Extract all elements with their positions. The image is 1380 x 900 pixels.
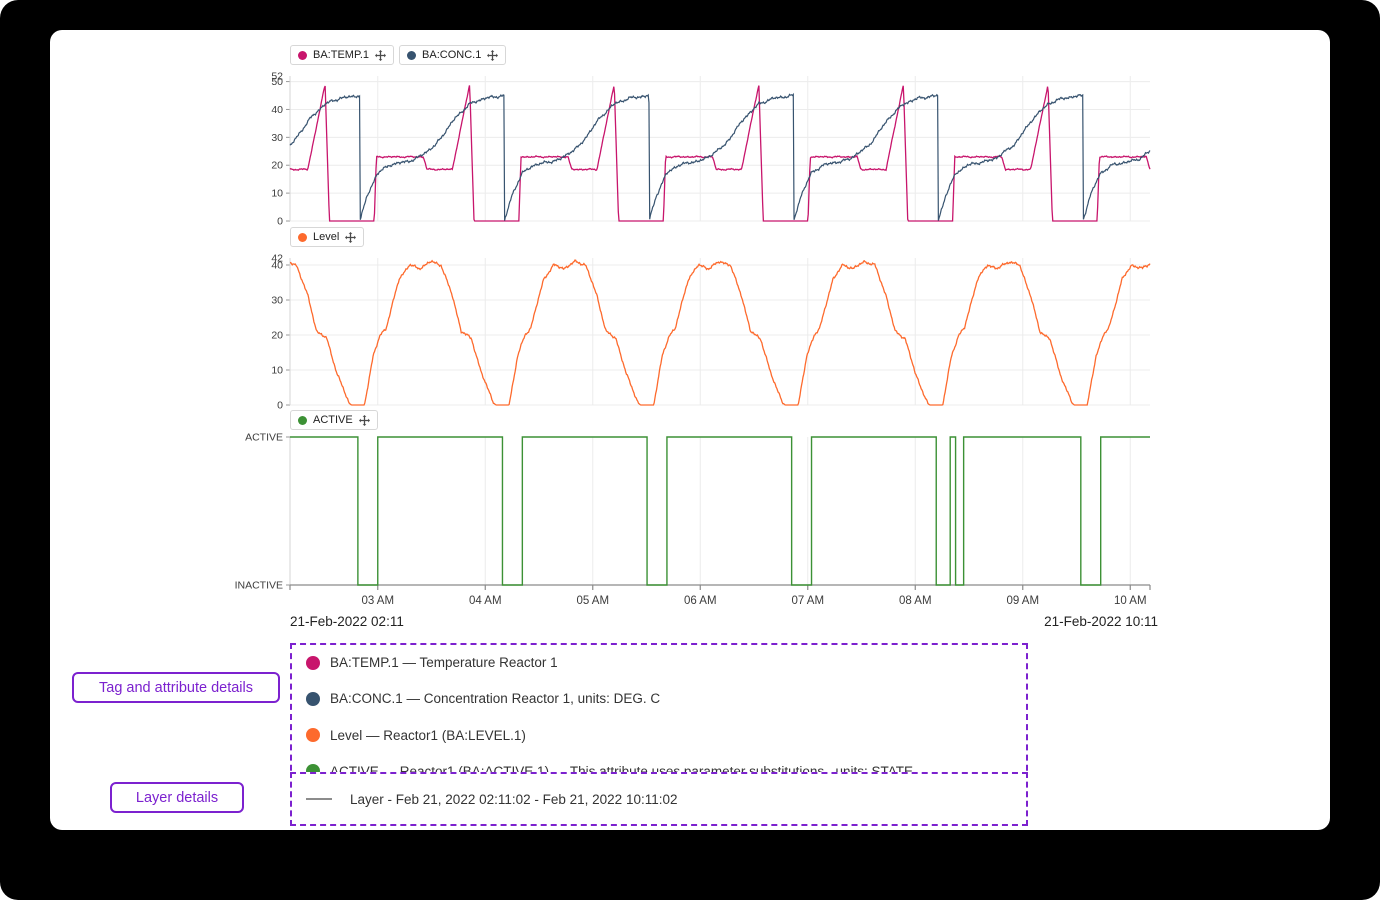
svg-text:42: 42 bbox=[271, 253, 283, 265]
legend-label-active: ACTIVE bbox=[313, 414, 353, 426]
svg-text:06 AM: 06 AM bbox=[684, 595, 717, 607]
legend-chip-ba-temp-1[interactable]: BA:TEMP.1 bbox=[290, 45, 394, 65]
legend-chip-level[interactable]: Level bbox=[290, 227, 364, 247]
temp-series-dot bbox=[298, 51, 307, 60]
svg-text:08 AM: 08 AM bbox=[899, 595, 932, 607]
svg-text:52: 52 bbox=[271, 71, 283, 83]
legend-row-active: ACTIVE bbox=[290, 410, 378, 430]
legend-label-level: Level bbox=[313, 231, 339, 243]
svg-text:40: 40 bbox=[271, 104, 283, 116]
legend-row-level: Level bbox=[290, 227, 364, 247]
tag-detail-row-level: Level — Reactor1 (BA:LEVEL.1) bbox=[306, 728, 1026, 743]
layer-detail-text: Layer - Feb 21, 2022 02:11:02 - Feb 21, … bbox=[350, 792, 678, 807]
tag-detail-row-conc: BA:CONC.1 — Concentration Reactor 1, uni… bbox=[306, 691, 1026, 706]
svg-text:05 AM: 05 AM bbox=[576, 595, 609, 607]
svg-text:0: 0 bbox=[277, 216, 283, 228]
svg-text:10: 10 bbox=[271, 365, 283, 377]
svg-text:20: 20 bbox=[271, 160, 283, 172]
svg-text:INACTIVE: INACTIVE bbox=[235, 580, 283, 592]
tag-detail-text: BA:TEMP.1 — Temperature Reactor 1 bbox=[330, 655, 558, 670]
tag-detail-row-temp: BA:TEMP.1 — Temperature Reactor 1 bbox=[306, 655, 1026, 670]
temp-series-dot bbox=[306, 656, 320, 670]
move-icon[interactable] bbox=[359, 415, 370, 426]
start-time-label: 21-Feb-2022 02:11 bbox=[290, 614, 404, 629]
legend-label-ba-conc-1: BA:CONC.1 bbox=[422, 49, 481, 61]
svg-text:10 AM: 10 AM bbox=[1114, 595, 1147, 607]
tag-details-box: BA:TEMP.1 — Temperature Reactor 1 BA:CON… bbox=[290, 643, 1028, 791]
svg-text:09 AM: 09 AM bbox=[1006, 595, 1039, 607]
active-series-dot bbox=[298, 416, 307, 425]
legend-row-temp-conc: BA:TEMP.1 BA:CONC.1 bbox=[290, 45, 506, 65]
svg-text:03 AM: 03 AM bbox=[361, 595, 394, 607]
active-state-trend-chart[interactable]: ACTIVE INACTIVE 03 AM 04 AM 05 AM 06 AM 07 AM 0… bbox=[235, 429, 1160, 619]
level-trend-chart[interactable]: 01020304042 bbox=[235, 250, 1160, 417]
legend-label-ba-temp-1: BA:TEMP.1 bbox=[313, 49, 369, 61]
svg-text:04 AM: 04 AM bbox=[469, 595, 502, 607]
move-icon[interactable] bbox=[487, 50, 498, 61]
time-range-row: 21-Feb-2022 02:11 21-Feb-2022 10:11 bbox=[290, 614, 1158, 629]
conc-series-dot bbox=[407, 51, 416, 60]
tag-details-callout-button[interactable]: Tag and attribute details bbox=[72, 672, 280, 703]
svg-text:ACTIVE: ACTIVE bbox=[245, 432, 283, 444]
layer-detail-row: Layer - Feb 21, 2022 02:11:02 - Feb 21, … bbox=[306, 792, 678, 807]
layer-details-callout-button[interactable]: Layer details bbox=[110, 782, 244, 813]
end-time-label: 21-Feb-2022 10:11 bbox=[1044, 614, 1158, 629]
tag-detail-text: BA:CONC.1 — Concentration Reactor 1, uni… bbox=[330, 691, 660, 706]
layer-line-swatch bbox=[306, 798, 332, 800]
legend-chip-ba-conc-1[interactable]: BA:CONC.1 bbox=[399, 45, 506, 65]
svg-text:07 AM: 07 AM bbox=[791, 595, 824, 607]
svg-text:0: 0 bbox=[277, 400, 283, 412]
svg-text:30: 30 bbox=[271, 295, 283, 307]
move-icon[interactable] bbox=[375, 50, 386, 61]
legend-chip-active[interactable]: ACTIVE bbox=[290, 410, 378, 430]
move-icon[interactable] bbox=[345, 232, 356, 243]
svg-text:10: 10 bbox=[271, 188, 283, 200]
level-series-dot bbox=[306, 728, 320, 742]
level-series-dot bbox=[298, 233, 307, 242]
temp-conc-trend-chart[interactable]: 0102030405052 bbox=[235, 68, 1160, 233]
svg-text:30: 30 bbox=[271, 132, 283, 144]
trend-display-card: BA:TEMP.1 BA:CONC.1 0102030405052 Level … bbox=[50, 30, 1330, 830]
svg-text:20: 20 bbox=[271, 330, 283, 342]
conc-series-dot bbox=[306, 692, 320, 706]
tag-detail-text: Level — Reactor1 (BA:LEVEL.1) bbox=[330, 728, 526, 743]
layer-details-box: Layer - Feb 21, 2022 02:11:02 - Feb 21, … bbox=[290, 772, 1028, 826]
